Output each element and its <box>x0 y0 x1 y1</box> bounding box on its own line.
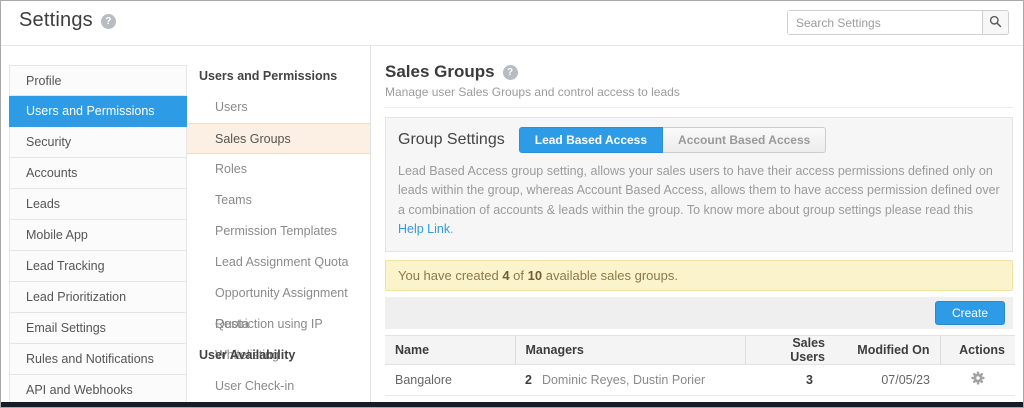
submenu-item-user-check-in[interactable]: User Check-in <box>187 371 370 402</box>
settings-sidebar: Profile Users and Permissions Security A… <box>1 46 187 407</box>
groups-total-count: 10 <box>527 267 543 283</box>
settings-search <box>787 10 1009 35</box>
top-header: Settings? <box>1 1 1023 46</box>
tab-account-based-access[interactable]: Account Based Access <box>663 127 827 153</box>
sidebar-item-users-and-permissions[interactable]: Users and Permissions <box>9 96 187 127</box>
sidebar-item-rules-and-notifications[interactable]: Rules and Notifications <box>9 344 187 375</box>
help-icon[interactable]: ? <box>502 65 518 80</box>
help-link[interactable]: Help Link <box>398 222 450 236</box>
column-header-sales-users: Sales Users <box>744 334 835 365</box>
submenu-item-teams[interactable]: Teams <box>187 185 370 216</box>
tab-lead-based-access[interactable]: Lead Based Access <box>518 127 664 153</box>
submenu-item-opportunity-assignment-quota[interactable]: Opportunity Assignment Quota <box>187 278 370 331</box>
table-toolbar: Create <box>385 296 1013 329</box>
sidebar-item-leads[interactable]: Leads <box>9 189 187 220</box>
submenu-item-roles[interactable]: Roles <box>187 154 370 185</box>
column-header-name: Name <box>385 334 515 365</box>
submenu-header-user-availability: User Availability <box>199 348 296 362</box>
groups-quota-notice: You have created 4 of 10 available sales… <box>385 259 1013 291</box>
submenu-item-lead-assignment-quota[interactable]: Lead Assignment Quota <box>187 247 370 278</box>
column-header-managers: Managers <box>514 334 745 365</box>
group-settings-panel: Group Settings Lead Based Access Account… <box>385 117 1013 252</box>
table-row: Bangalore 2 Dominic Reyes, Dustin Porier … <box>385 364 1015 396</box>
submenu-header-users-and-permissions: Users and Permissions <box>199 69 338 83</box>
submenu-item-sales-groups[interactable]: Sales Groups <box>187 123 370 154</box>
row-actions-button[interactable] <box>969 369 987 390</box>
sales-groups-content: Sales Groups? Manage user Sales Groups a… <box>371 46 1023 407</box>
sidebar-item-email-settings[interactable]: Email Settings <box>9 313 187 344</box>
search-input[interactable] <box>788 11 982 34</box>
page-title: Settings? <box>19 9 116 32</box>
users-permissions-submenu: Users and Permissions Users Sales Groups… <box>187 46 371 407</box>
submenu-item-users[interactable]: Users <box>187 92 370 123</box>
sales-groups-table: Name Managers Sales Users Modified On Ac… <box>385 334 1015 407</box>
settings-page: Settings? Profile Users and Permissions … <box>0 0 1024 408</box>
sales-users-count: 3 <box>745 364 835 396</box>
sidebar-item-lead-tracking[interactable]: Lead Tracking <box>9 251 187 282</box>
access-tab-group: Lead Based Access Account Based Access <box>518 127 827 153</box>
divider <box>385 107 1013 108</box>
body: Profile Users and Permissions Security A… <box>1 46 1023 407</box>
sidebar-item-accounts[interactable]: Accounts <box>9 158 187 189</box>
sidebar-item-lead-prioritization[interactable]: Lead Prioritization <box>9 282 187 313</box>
table-header-row: Name Managers Sales Users Modified On Ac… <box>385 334 1015 365</box>
column-header-actions: Actions <box>939 334 1015 365</box>
section-title: Sales Groups? <box>385 62 1013 82</box>
group-settings-description: Lead Based Access group setting, allows … <box>398 164 1000 237</box>
create-button[interactable]: Create <box>934 300 1005 325</box>
section-subtitle: Manage user Sales Groups and control acc… <box>385 85 680 99</box>
magnifier-icon <box>989 15 1002 31</box>
group-managers: 2 Dominic Reyes, Dustin Porier <box>515 364 745 396</box>
group-settings-label: Group Settings <box>398 131 505 148</box>
submenu-item-restriction-ip-whitelisting[interactable]: Restriction using IP Whitelisting <box>187 309 370 362</box>
group-name: Bangalore <box>385 364 515 396</box>
submenu-item-permission-templates[interactable]: Permission Templates <box>187 216 370 247</box>
modified-on-date: 07/05/23 <box>835 364 940 396</box>
gear-icon <box>970 371 985 388</box>
help-icon[interactable]: ? <box>100 14 116 29</box>
search-button[interactable] <box>982 11 1008 34</box>
window-bottom-edge <box>1 402 1023 407</box>
groups-created-count: 4 <box>502 267 510 283</box>
sidebar-item-profile[interactable]: Profile <box>9 65 187 96</box>
sidebar-item-mobile-app[interactable]: Mobile App <box>9 220 187 251</box>
column-header-modified-on: Modified On <box>835 334 940 365</box>
page-title-text: Settings <box>19 9 93 31</box>
sidebar-item-security[interactable]: Security <box>9 127 187 158</box>
